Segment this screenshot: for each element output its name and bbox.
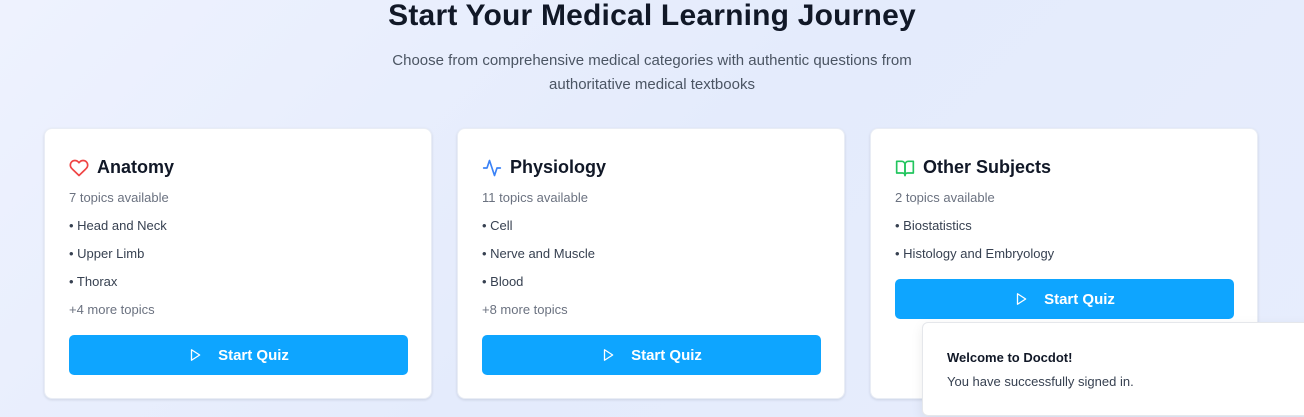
page-subtitle-line-2: authoritative medical textbooks xyxy=(549,76,755,93)
topic-list: • Biostatistics • Histology and Embryolo… xyxy=(895,218,1054,274)
start-quiz-button[interactable]: Start Quiz xyxy=(895,279,1234,319)
category-card-anatomy: Anatomy 7 topics available • Head and Ne… xyxy=(44,128,432,399)
topic-count: 11 topics available xyxy=(482,190,588,205)
heart-icon xyxy=(69,159,89,176)
card-title: Physiology xyxy=(510,157,607,177)
list-item: • Histology and Embryology xyxy=(895,246,1055,261)
more-topics-text: +4 more topics xyxy=(69,302,155,317)
start-quiz-label: Start Quiz xyxy=(631,346,702,364)
topic-count: 7 topics available xyxy=(69,190,169,205)
start-quiz-button[interactable]: Start Quiz xyxy=(482,335,821,375)
book-open-icon xyxy=(895,160,915,176)
topic-list: • Cell • Nerve and Muscle • Blood xyxy=(482,218,595,302)
page-subtitle: Choose from comprehensive medical catego… xyxy=(352,49,952,97)
play-icon xyxy=(1016,293,1027,305)
list-item: • Blood xyxy=(482,274,524,289)
list-item: • Biostatistics xyxy=(895,218,972,233)
list-item: • Upper Limb xyxy=(69,246,145,261)
page-subtitle-line-1: Choose from comprehensive medical catego… xyxy=(392,52,912,69)
card-header: Physiology xyxy=(482,157,606,178)
play-icon xyxy=(603,349,614,361)
list-item: • Head and Neck xyxy=(69,218,167,233)
card-title: Other Subjects xyxy=(923,157,1052,177)
play-icon xyxy=(190,349,201,361)
toast-title: Welcome to Docdot! xyxy=(947,350,1073,365)
list-item: • Nerve and Muscle xyxy=(482,246,595,261)
more-topics-text: +8 more topics xyxy=(482,302,568,317)
list-item: • Cell xyxy=(482,218,513,233)
category-card-physiology: Physiology 11 topics available • Cell • … xyxy=(457,128,845,399)
start-quiz-button[interactable]: Start Quiz xyxy=(69,335,408,375)
start-quiz-label: Start Quiz xyxy=(218,346,289,364)
start-quiz-label: Start Quiz xyxy=(1044,290,1115,308)
toast-message: You have successfully signed in. xyxy=(947,374,1134,389)
topic-count: 2 topics available xyxy=(895,190,995,205)
card-title: Anatomy xyxy=(97,157,175,177)
card-header: Anatomy xyxy=(69,157,174,178)
topic-list: • Head and Neck • Upper Limb • Thorax xyxy=(69,218,167,302)
list-item: • Thorax xyxy=(69,274,118,289)
card-header: Other Subjects xyxy=(895,157,1051,178)
sign-in-toast[interactable]: Welcome to Docdot! You have successfully… xyxy=(922,322,1304,416)
page-title: Start Your Medical Learning Journey xyxy=(388,0,916,32)
activity-icon xyxy=(482,159,502,176)
